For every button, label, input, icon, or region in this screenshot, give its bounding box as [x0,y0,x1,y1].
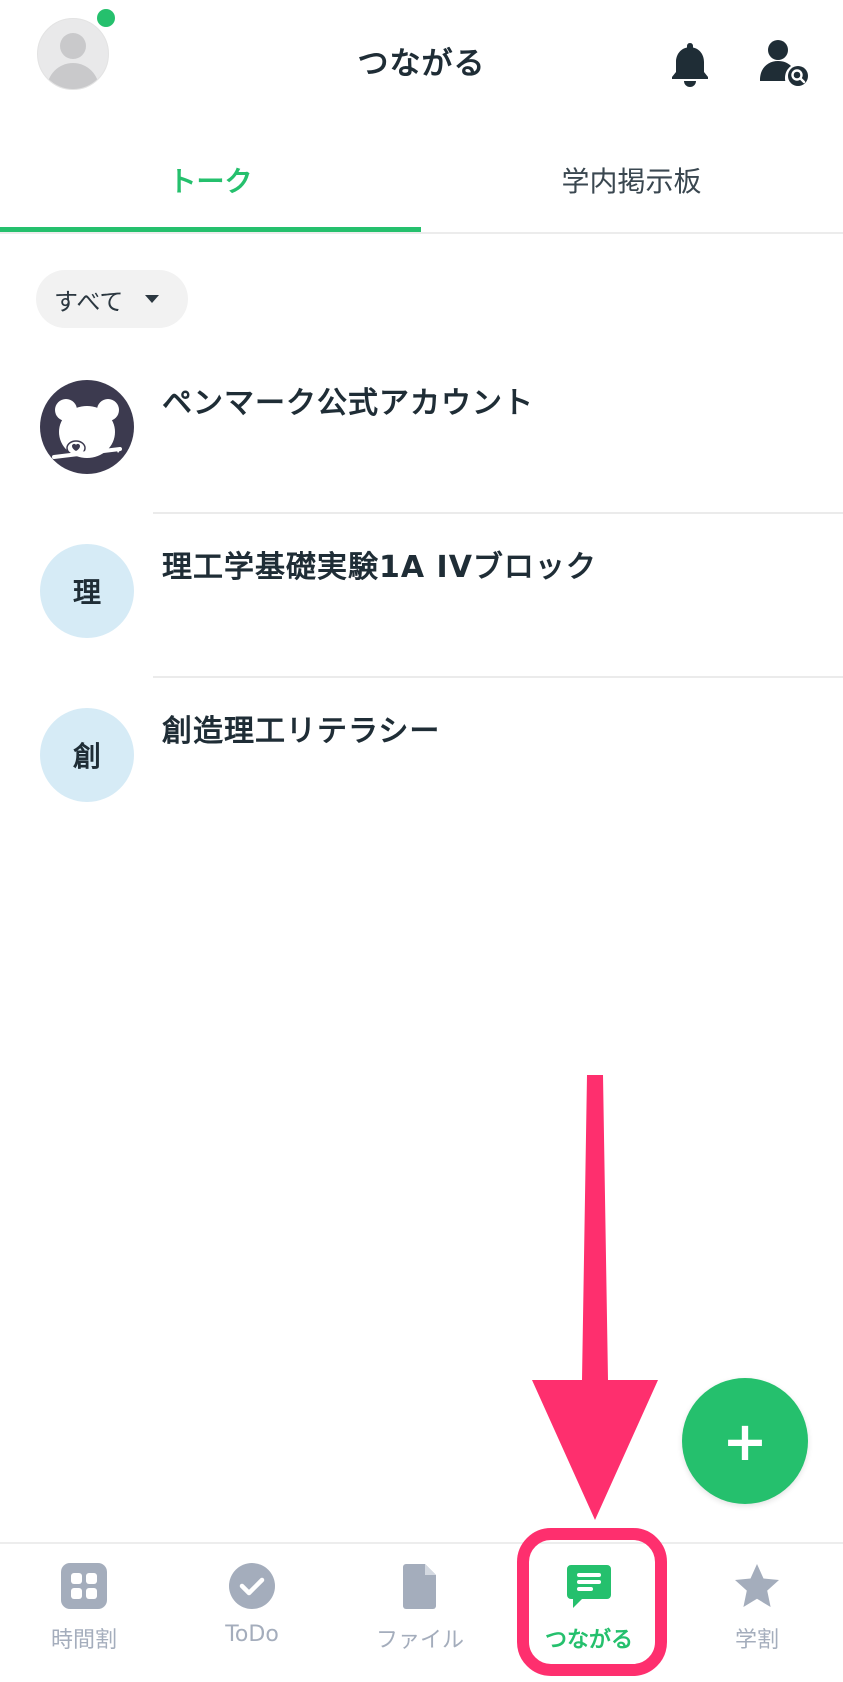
page-title: つながる [357,46,486,82]
initial-avatar: 理 [40,544,134,638]
caret-down-icon [145,295,160,303]
nav-label: ToDo [225,1622,279,1647]
annotation-arrow [532,1075,658,1520]
nav-files[interactable]: ファイル [336,1544,504,1682]
tab-talk[interactable]: トーク [0,130,421,230]
tab-bar: トーク 学内掲示板 [0,130,843,234]
active-tab-indicator [0,227,421,232]
star-icon [735,1564,779,1607]
mascot-icon [52,399,122,459]
talk-name: 創造理工リテラシー [162,714,441,749]
grid-icon [61,1563,107,1609]
bell-icon[interactable] [668,40,712,88]
new-talk-button[interactable]: + [682,1378,808,1504]
file-icon [403,1564,436,1609]
filter-label: すべて [54,287,124,316]
talk-name: 理工学基礎実験1A IVブロック [162,550,597,585]
list-item[interactable]: 理 理工学基礎実験1A IVブロック [0,514,843,678]
talk-name: ペンマーク公式アカウント [162,386,534,421]
check-circle-icon [229,1563,275,1609]
mascot-avatar [40,380,134,474]
nav-todo[interactable]: ToDo [168,1544,336,1682]
annotation-highlight [517,1528,667,1676]
initial-avatar: 創 [40,708,134,802]
tab-campus-board[interactable]: 学内掲示板 [421,130,842,230]
nav-student-discount[interactable]: 学割 [673,1544,841,1682]
app-header: つながる [0,0,843,130]
online-status-dot [97,9,115,27]
nav-timetable[interactable]: 時間割 [0,1544,168,1682]
nav-label: 時間割 [50,1628,117,1653]
list-item[interactable]: 創 創造理工リテラシー [0,678,843,842]
filter-dropdown[interactable]: すべて [36,270,188,328]
bottom-nav: 時間割 ToDo ファイル つながる 学割 [0,1542,843,1682]
nav-label: ファイル [375,1628,464,1653]
list-item[interactable]: ペンマーク公式アカウント [0,350,843,514]
friend-search-icon[interactable] [758,38,812,88]
nav-label: 学割 [734,1628,779,1653]
